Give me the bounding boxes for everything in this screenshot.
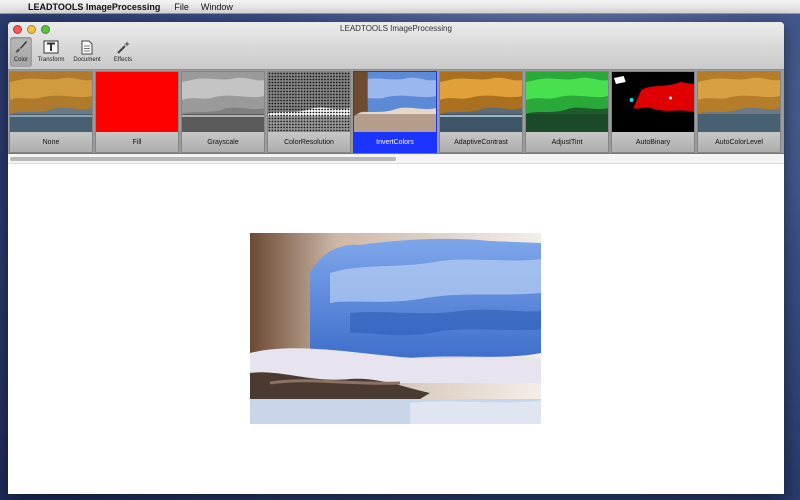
image-canvas — [8, 165, 784, 494]
text-frame-icon — [43, 39, 59, 55]
tool-color-label: Color — [13, 57, 29, 63]
filter-adjust-tint-preview — [526, 72, 608, 132]
filter-auto-binary[interactable]: AutoBinary — [611, 71, 695, 153]
filter-adaptive-contrast-label: AdaptiveContrast — [440, 132, 522, 152]
filter-none-label: None — [10, 132, 92, 152]
filter-invert-colors[interactable]: InvertColors — [353, 71, 437, 153]
horizontal-scrollbar[interactable] — [8, 154, 784, 164]
filter-grayscale-preview — [182, 72, 264, 132]
filter-invert-colors-preview — [354, 72, 436, 132]
menu-file[interactable]: File — [168, 2, 195, 12]
title-bar: LEADTOOLS ImageProcessing Color Transfor… — [8, 22, 784, 70]
filter-fill-label: Fill — [96, 132, 178, 152]
filter-fill[interactable]: Fill — [95, 71, 179, 153]
filter-strip: None Fill Grayscale ColorResolution Inve… — [8, 70, 784, 154]
filter-grayscale-label: Grayscale — [182, 132, 264, 152]
filter-none-preview — [10, 72, 92, 132]
tool-document-label: Document — [73, 57, 101, 63]
filter-adjust-tint-label: AdjustTint — [526, 132, 608, 152]
tool-transform[interactable]: Transform — [34, 37, 68, 67]
filter-color-resolution-label: ColorResolution — [268, 132, 350, 152]
brush-icon — [13, 39, 29, 55]
tool-effects[interactable]: Effects — [106, 37, 140, 67]
filter-auto-color-level-preview — [698, 72, 780, 132]
tool-color[interactable]: Color — [10, 37, 32, 67]
filter-color-resolution[interactable]: ColorResolution — [267, 71, 351, 153]
filter-auto-binary-preview — [612, 72, 694, 132]
menu-window[interactable]: Window — [195, 2, 239, 12]
filter-auto-color-level[interactable]: AutoColorLevel — [697, 71, 781, 153]
tool-effects-label: Effects — [113, 57, 133, 63]
filter-adaptive-contrast[interactable]: AdaptiveContrast — [439, 71, 523, 153]
menu-app-name[interactable]: LEADTOOLS ImageProcessing — [22, 2, 168, 12]
filter-fill-preview — [96, 72, 178, 132]
filter-auto-binary-label: AutoBinary — [612, 132, 694, 152]
toolbar: Color Transform Document Effects — [10, 37, 140, 67]
tool-transform-label: Transform — [37, 57, 65, 63]
tool-document[interactable]: Document — [70, 37, 104, 67]
window-title: LEADTOOLS ImageProcessing — [340, 24, 452, 33]
document-icon — [79, 39, 95, 55]
app-window: LEADTOOLS ImageProcessing Color Transfor… — [8, 22, 784, 494]
filter-adjust-tint[interactable]: AdjustTint — [525, 71, 609, 153]
filter-invert-colors-label: InvertColors — [354, 132, 436, 152]
filter-grayscale[interactable]: Grayscale — [181, 71, 265, 153]
filter-adaptive-contrast-preview — [440, 72, 522, 132]
filter-none[interactable]: None — [9, 71, 93, 153]
scrollbar-thumb[interactable] — [10, 157, 396, 161]
filter-color-resolution-preview — [268, 72, 350, 132]
processed-image-preview — [250, 233, 541, 424]
filter-auto-color-level-label: AutoColorLevel — [698, 132, 780, 152]
menu-bar: LEADTOOLS ImageProcessing File Window — [0, 0, 800, 14]
magic-wand-icon — [115, 39, 131, 55]
